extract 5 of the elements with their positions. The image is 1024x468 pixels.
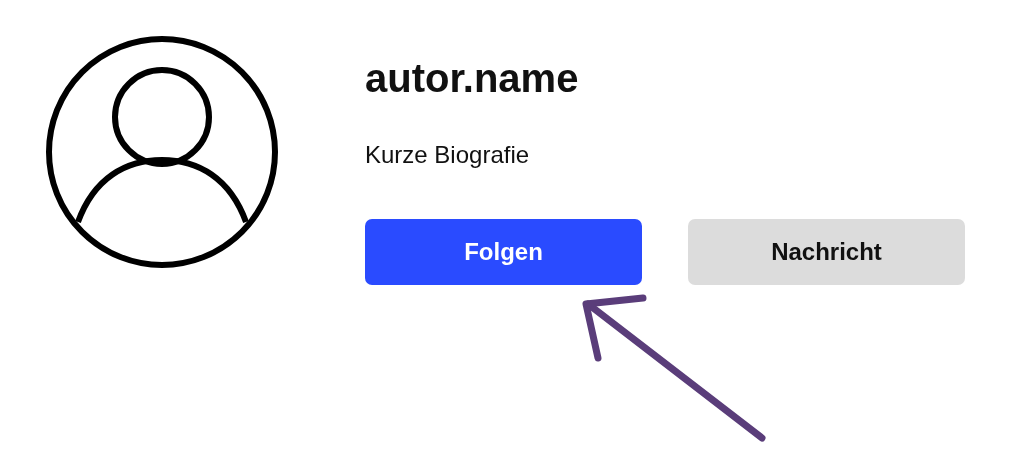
message-button[interactable]: Nachricht: [688, 219, 965, 285]
username: autor.name: [365, 55, 580, 102]
follow-button[interactable]: Folgen: [365, 219, 642, 285]
avatar-icon: [46, 36, 278, 268]
bio-text: Kurze Biografie: [365, 140, 531, 170]
